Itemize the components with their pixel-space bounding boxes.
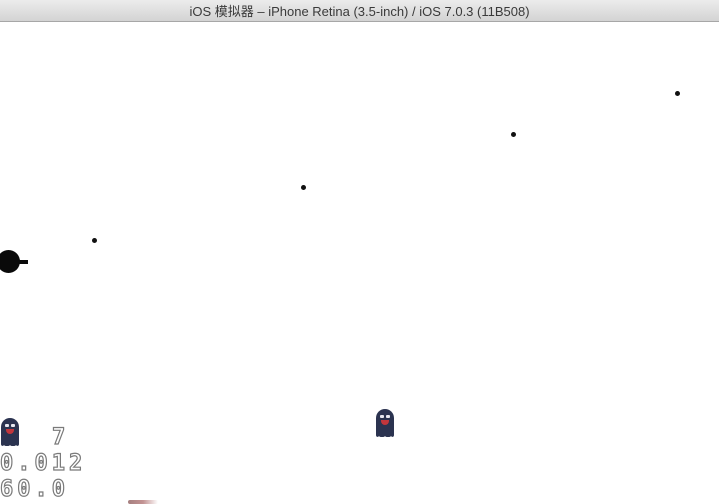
window-title: iOS 模拟器 – iPhone Retina (3.5-inch) / iOS… xyxy=(189,4,530,19)
ghost-hem xyxy=(1,443,19,446)
projectile xyxy=(675,91,680,96)
game-scene[interactable]: 7 0.012 60.0 xyxy=(0,22,719,504)
ghost-mouth xyxy=(381,420,389,425)
projectile xyxy=(301,185,306,190)
cannon-icon[interactable] xyxy=(0,250,33,274)
ghost-body xyxy=(376,409,394,437)
ghost-eye xyxy=(386,415,390,418)
projectile xyxy=(511,132,516,137)
ghost-body xyxy=(1,418,19,446)
stats-frame-time: 0.012 xyxy=(0,451,87,476)
ghost-icon xyxy=(376,409,394,437)
simulator-window: iOS 模拟器 – iPhone Retina (3.5-inch) / iOS… xyxy=(0,0,719,504)
ghost-eye xyxy=(5,424,9,427)
stats-object-count: 7 xyxy=(51,425,70,450)
ghost-mouth xyxy=(6,429,14,434)
ghost-icon xyxy=(1,418,19,446)
ghost-eye xyxy=(380,415,384,418)
stats-fps: 60.0 xyxy=(0,477,69,502)
ghost-eye xyxy=(11,424,15,427)
window-titlebar[interactable]: iOS 模拟器 – iPhone Retina (3.5-inch) / iOS… xyxy=(0,0,719,22)
ghost-hem xyxy=(376,434,394,437)
projectile xyxy=(92,238,97,243)
offscreen-sprite-edge xyxy=(128,500,158,504)
cannon-barrel xyxy=(15,260,28,264)
